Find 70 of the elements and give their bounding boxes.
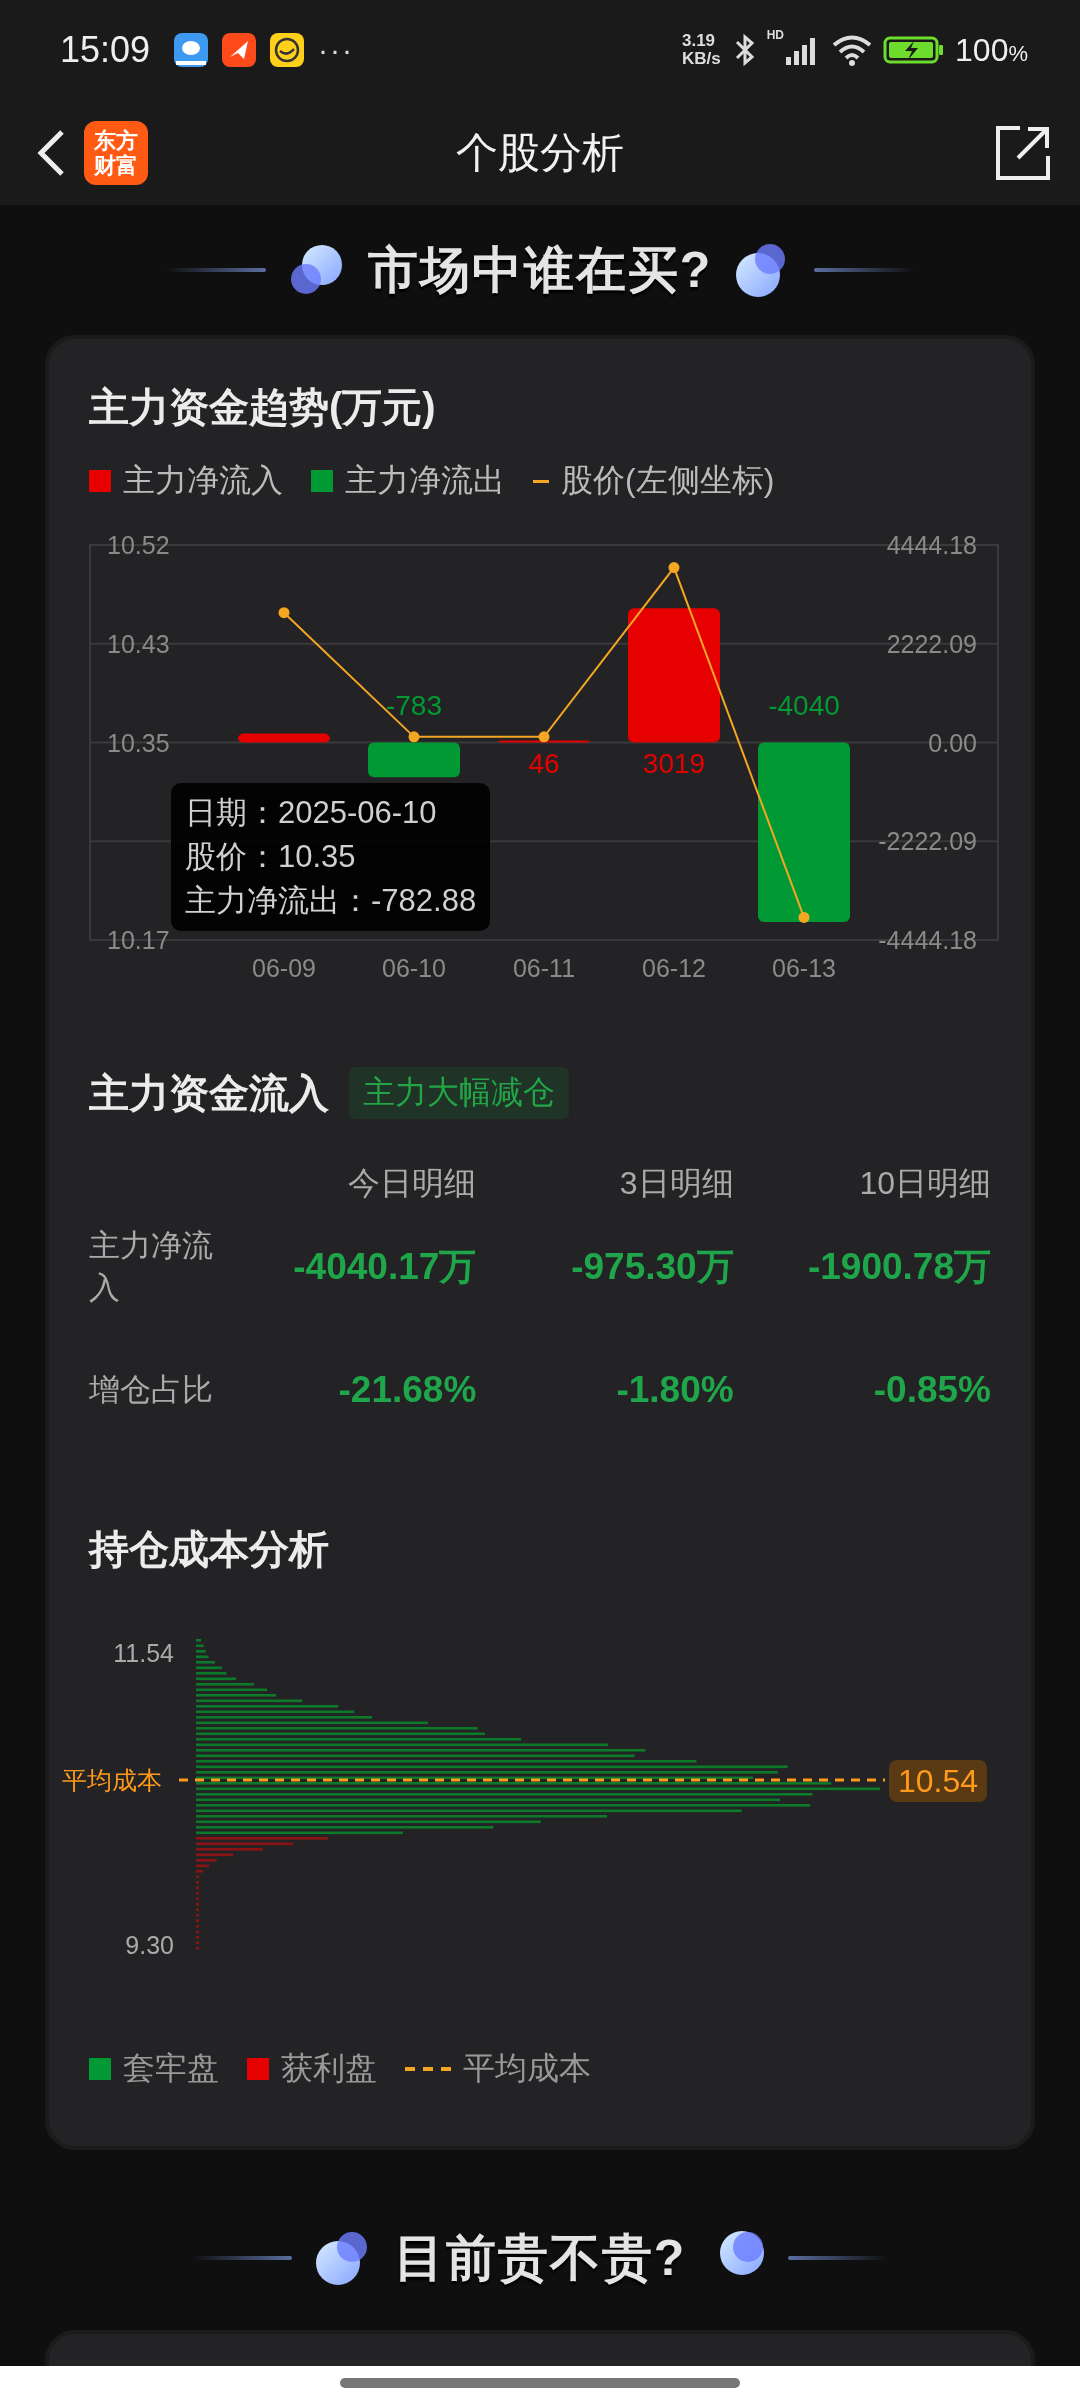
section-heading: 目前贵不贵? <box>393 2228 687 2288</box>
section-title: 主力资金流入 <box>89 1069 329 1117</box>
price-label: 11.54 <box>113 1639 174 1667</box>
legend-label: 股价(左侧坐标) <box>561 461 775 500</box>
network-speed: 3.19 KB/s <box>681 32 721 68</box>
card-title: 主力资金趋势(万元) <box>89 384 437 431</box>
legend-label: 主力净流出 <box>345 461 505 500</box>
axis-tick-label: 4444.18 <box>886 531 977 559</box>
page-title: 个股分析 <box>456 127 624 178</box>
app-icon <box>270 33 305 67</box>
bar-value-label: 3019 <box>642 747 706 779</box>
more-notifications-text: ··· <box>318 33 355 67</box>
axis-tick-label: 06-10 <box>382 954 446 982</box>
battery-charging-icon <box>883 35 946 65</box>
legend-label: 平均成本 <box>463 2049 591 2088</box>
status-time: 15:09 <box>60 29 151 71</box>
legend-label: 主力净流入 <box>123 461 283 500</box>
bar-value-label: -783 <box>386 689 442 721</box>
average-cost-badge: 10.54 <box>889 1760 987 1802</box>
axis-tick-label: 06-11 <box>512 954 576 982</box>
table-cell-text: -975.30万 <box>570 1245 734 1289</box>
wifi-icon <box>831 34 874 66</box>
axis-tick-label: 10.43 <box>107 629 170 658</box>
point <box>278 607 290 619</box>
app-icon <box>222 33 257 67</box>
status-badge: 主力大幅减仓 <box>349 1067 569 1119</box>
back-icon[interactable] <box>36 127 66 178</box>
legend-label: 套牢盘 <box>123 2049 219 2088</box>
bar-value-label: -4040 <box>768 689 840 721</box>
price-label: 9.30 <box>125 1931 174 1959</box>
table-cell-text: -0.85% <box>872 1369 991 1411</box>
point <box>668 562 680 574</box>
average-cost-label: 平均成本 <box>62 1766 162 1794</box>
column-header: 今日明细 <box>347 1164 477 1203</box>
table-cell-text: -21.68% <box>337 1369 477 1411</box>
battery-percent: 100% <box>955 31 1028 69</box>
axis-tick-label: 06-12 <box>642 954 706 982</box>
share-icon[interactable] <box>994 123 1052 182</box>
column-header: 10日明细 <box>858 1164 991 1203</box>
axis-tick-label: 06-13 <box>772 954 836 982</box>
bar[interactable] <box>498 740 590 743</box>
tooltip-text: 主力净流出：-782.88 <box>185 882 477 920</box>
table-cell-text: -1.80% <box>615 1369 734 1411</box>
point <box>798 911 810 923</box>
app-icon <box>174 33 209 67</box>
tooltip-text: 股价：10.35 <box>185 838 357 876</box>
axis-tick-label: 2222.09 <box>886 629 977 658</box>
axis-tick-label: -2222.09 <box>878 827 977 856</box>
bar[interactable] <box>368 742 460 778</box>
axis-tick-label: -4444.18 <box>878 926 977 954</box>
axis-tick-label: 10.17 <box>107 926 170 954</box>
bar[interactable] <box>238 733 330 743</box>
point <box>538 731 550 743</box>
axis-tick-label: 10.35 <box>107 728 170 757</box>
table-cell-text: -1900.78万 <box>806 1245 991 1289</box>
row-label: 增仓占比 <box>89 1371 214 1409</box>
axis-tick-label: 06-09 <box>252 954 316 982</box>
network-type-label: HD <box>766 28 785 42</box>
row-label: 主力净流入 <box>89 1227 214 1307</box>
axis-tick-label: 0.00 <box>928 728 977 757</box>
column-header: 3日明细 <box>618 1164 734 1203</box>
section-title: 持仓成本分析 <box>89 1526 330 1573</box>
section-heading: 市场中谁在买? <box>367 240 713 300</box>
axis-tick-label: 10.52 <box>107 531 170 559</box>
table-cell-text: -4040.17万 <box>292 1245 477 1289</box>
point <box>408 731 420 743</box>
legend-label: 获利盘 <box>281 2049 377 2088</box>
app-logo[interactable]: 东方 财富 <box>84 120 148 185</box>
tooltip-text: 日期：2025-06-10 <box>185 794 438 832</box>
bar-value-label: 46 <box>528 747 560 779</box>
